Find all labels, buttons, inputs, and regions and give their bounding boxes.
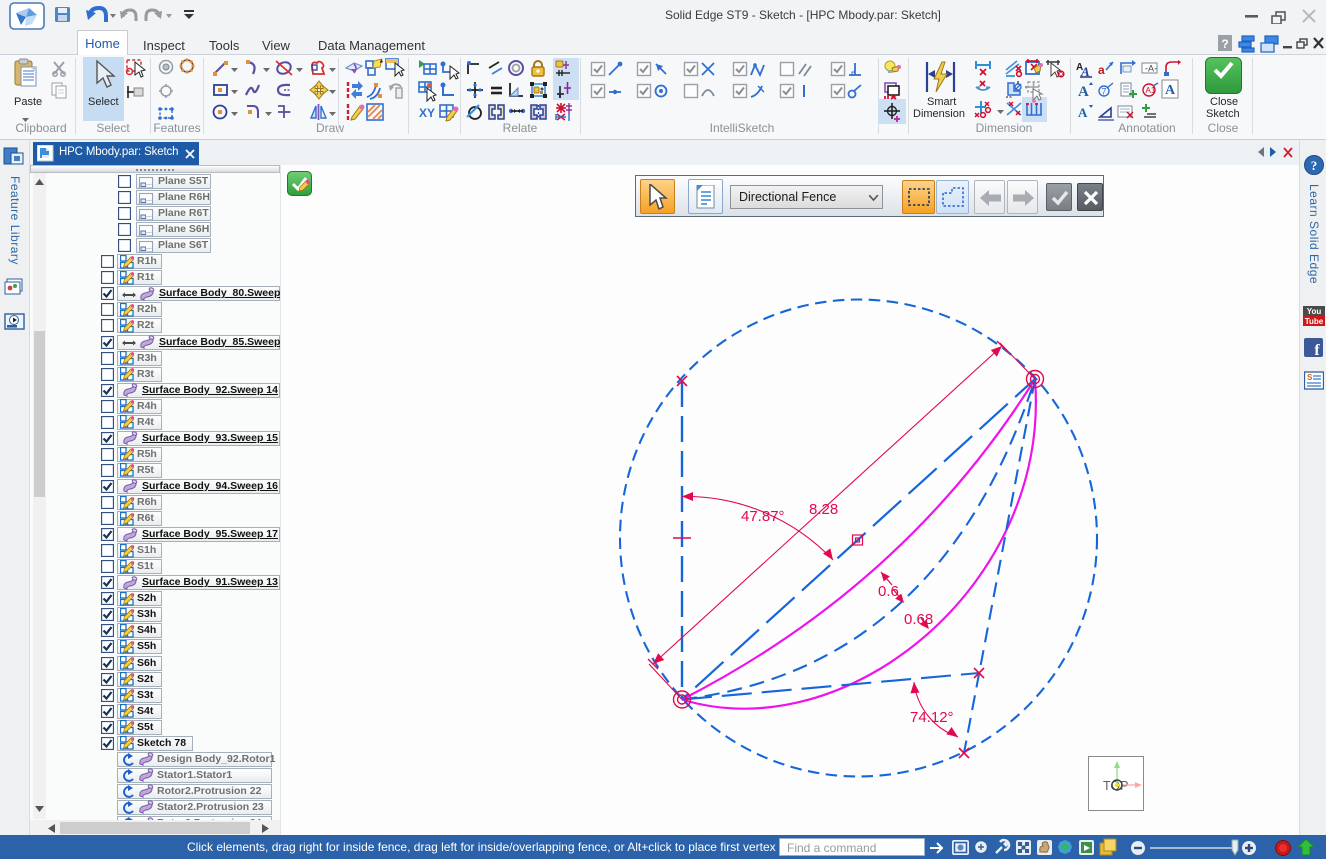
svg-text:A: A bbox=[1078, 105, 1088, 120]
svg-text:-A-: -A- bbox=[1145, 64, 1157, 74]
svg-text:S: S bbox=[1307, 373, 1313, 382]
svg-text:a: a bbox=[1098, 63, 1105, 77]
svg-text:0.68: 0.68 bbox=[904, 611, 933, 628]
svg-text:?: ? bbox=[1311, 158, 1318, 173]
svg-text:0.6: 0.6 bbox=[878, 583, 899, 600]
svg-text:7: 7 bbox=[1102, 87, 1107, 97]
svg-text:A: A bbox=[1078, 84, 1089, 100]
svg-text:74.12°: 74.12° bbox=[910, 709, 954, 726]
svg-text:8.28: 8.28 bbox=[809, 501, 838, 518]
svg-text:A1: A1 bbox=[1146, 86, 1156, 95]
svg-text:47.87°: 47.87° bbox=[741, 508, 785, 525]
svg-text:A: A bbox=[1165, 83, 1176, 98]
svg-text:?: ? bbox=[1221, 37, 1228, 51]
svg-text:Tube: Tube bbox=[1305, 317, 1324, 326]
svg-text:f: f bbox=[1314, 342, 1320, 358]
svg-text:XY: XY bbox=[419, 106, 435, 120]
svg-text:You: You bbox=[1307, 307, 1322, 316]
